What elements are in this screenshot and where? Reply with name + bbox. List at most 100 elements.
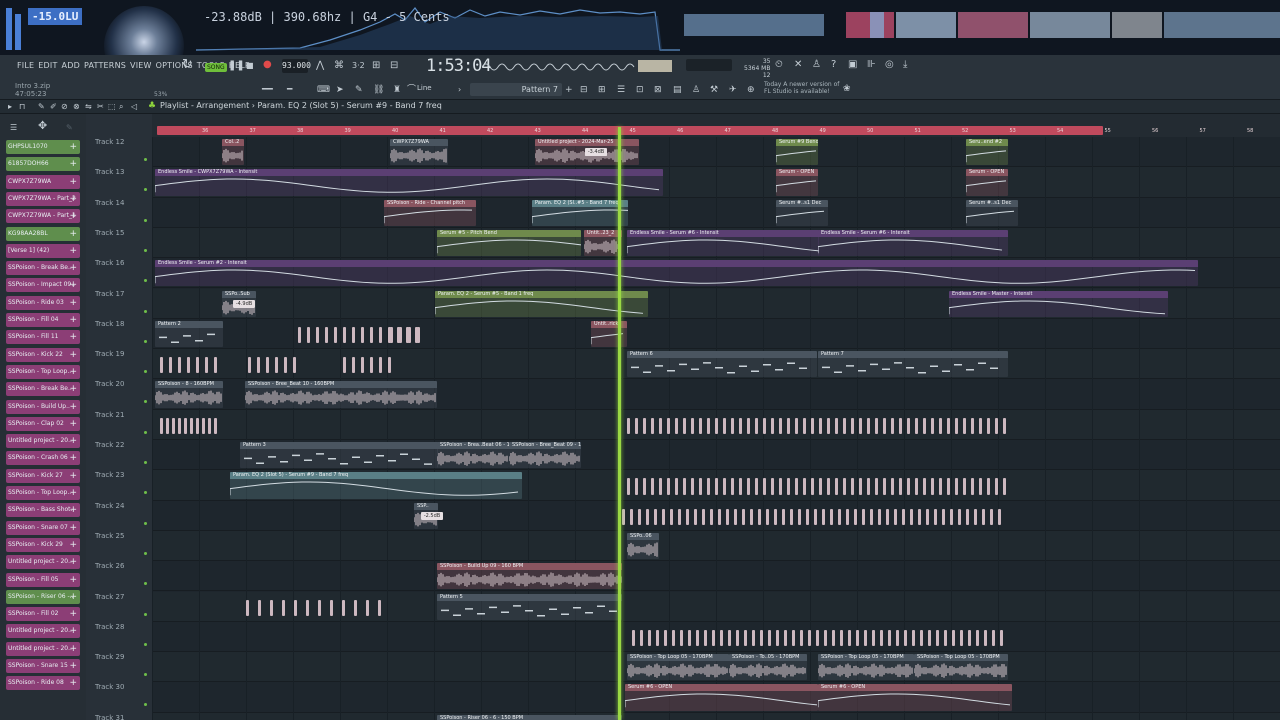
sample-hit[interactable] (667, 417, 670, 434)
sample-hit[interactable] (318, 599, 321, 616)
browser-icon[interactable]: ▣ (848, 59, 857, 71)
channel-item[interactable]: Untitled project - 20.. + (6, 641, 80, 656)
add-channel-icon[interactable]: + (69, 192, 77, 206)
countdown-icon[interactable]: 3·2 (352, 60, 365, 72)
sample-hit[interactable] (998, 508, 1001, 525)
sample-hit[interactable] (755, 417, 758, 434)
sample-hit[interactable] (707, 478, 710, 495)
channel-item[interactable]: SSPoison - Kick 22 + (6, 347, 80, 362)
sample-hit[interactable] (258, 599, 261, 616)
sample-hit[interactable] (918, 508, 921, 525)
playlist-clip[interactable]: SSPo..06 (627, 532, 659, 560)
sample-hit[interactable] (811, 417, 814, 434)
track-enable-led[interactable] (144, 339, 147, 343)
sample-hit[interactable] (835, 417, 838, 434)
sample-hit[interactable] (939, 417, 942, 434)
sample-hit[interactable] (361, 326, 364, 344)
menu-add[interactable]: ADD (60, 61, 82, 70)
sample-hit[interactable] (184, 417, 187, 434)
sample-hit[interactable] (982, 508, 985, 525)
link-icon[interactable]: ⛓ (373, 84, 384, 96)
sample-hit[interactable] (683, 417, 686, 434)
track-enable-led[interactable] (144, 400, 147, 404)
draw-tool-icon[interactable]: ✎ (38, 101, 45, 113)
sample-hit[interactable] (899, 478, 902, 495)
playlist-clip[interactable]: Serum #..s1 Dec (966, 199, 1018, 226)
playlist-clip[interactable]: SSPoison - Riser 06 - 6 - 150 BPM (437, 714, 622, 720)
add-channel-icon[interactable]: + (69, 659, 77, 673)
playlist-clip[interactable]: Param. EQ 2 - Serum #5 - Band 1 freq (435, 290, 648, 317)
sample-hit[interactable] (787, 478, 790, 495)
sample-hit[interactable] (896, 629, 899, 647)
sample-hit[interactable] (803, 478, 806, 495)
browser-view-icon[interactable]: ▤ (673, 84, 682, 96)
sample-hit[interactable] (974, 508, 977, 525)
mute-tool-icon[interactable]: ⊗ (73, 101, 80, 113)
microphone-icon[interactable]: ♙ (812, 59, 821, 71)
playlist-clip[interactable]: Serum #9 Bend (776, 139, 818, 166)
channel-item[interactable]: SSPoison - Fill 02 + (6, 607, 80, 622)
playlist-clip[interactable]: Endless Smile - CWPX7Z79WA - Intensit (155, 169, 663, 196)
wrench-icon[interactable]: ✎ (66, 122, 73, 134)
sample-hit[interactable] (726, 508, 729, 525)
playlist-clip[interactable]: Untit..rick (591, 320, 627, 348)
track-name[interactable]: Track 29 (95, 653, 124, 661)
sample-hit[interactable] (942, 508, 945, 525)
channel-item[interactable]: CWPX7Z79WA - Part_2 + (6, 191, 80, 206)
playlist-clip[interactable]: Serum #..s1 Dec (776, 199, 828, 226)
sample-hit[interactable] (923, 478, 926, 495)
sample-hit[interactable] (298, 326, 301, 344)
channel-item[interactable]: SSPoison - Break Be.. + (6, 382, 80, 397)
sample-hit[interactable] (907, 417, 910, 434)
sample-hit[interactable] (766, 508, 769, 525)
playlist-clip[interactable]: SSPoison - Bree_Beat 10 - 160BPM (245, 381, 437, 408)
sample-hit[interactable] (670, 508, 673, 525)
sample-hit[interactable] (399, 326, 402, 344)
playhead[interactable] (618, 127, 621, 720)
sample-hit[interactable] (178, 417, 181, 434)
sample-hit[interactable] (843, 478, 846, 495)
add-channel-icon[interactable]: + (69, 400, 77, 414)
sample-hit[interactable] (739, 478, 742, 495)
sample-hit[interactable] (205, 357, 208, 374)
sample-hit[interactable] (370, 326, 373, 344)
sample-hit[interactable] (846, 508, 849, 525)
sample-hit[interactable] (214, 417, 217, 434)
tools-icon[interactable]: ⚒ (710, 84, 718, 96)
sample-hit[interactable] (683, 478, 686, 495)
sample-hit[interactable] (814, 508, 817, 525)
track-enable-led[interactable] (144, 612, 147, 616)
channel-item[interactable]: [Verse 1] (42) + (6, 243, 80, 258)
channel-item[interactable]: KG98AA28BL + (6, 226, 80, 241)
sample-hit[interactable] (795, 478, 798, 495)
sample-hit[interactable] (672, 629, 675, 647)
sample-hit[interactable] (379, 326, 382, 344)
add-channel-icon[interactable]: + (69, 157, 77, 171)
sample-hit[interactable] (680, 629, 683, 647)
sample-hit[interactable] (379, 357, 382, 374)
sample-hit[interactable] (675, 417, 678, 434)
sample-hit[interactable] (694, 508, 697, 525)
sample-hit[interactable] (704, 629, 707, 647)
mixer-view-icon[interactable]: ⊟ (580, 84, 588, 96)
sample-hit[interactable] (891, 417, 894, 434)
add-channel-icon[interactable]: + (69, 330, 77, 344)
sample-hit[interactable] (995, 478, 998, 495)
sample-hit[interactable] (875, 478, 878, 495)
sample-hit[interactable] (803, 417, 806, 434)
track-enable-led[interactable] (144, 551, 147, 555)
sample-hit[interactable] (696, 629, 699, 647)
sample-hit[interactable] (160, 417, 163, 434)
sample-hit[interactable] (771, 417, 774, 434)
add-channel-icon[interactable]: + (69, 313, 77, 327)
sample-hit[interactable] (875, 417, 878, 434)
sample-hit[interactable] (752, 629, 755, 647)
track-enable-led[interactable] (144, 521, 147, 525)
sample-hit[interactable] (656, 629, 659, 647)
sample-hit[interactable] (342, 599, 345, 616)
sample-hit[interactable] (699, 478, 702, 495)
sample-hit[interactable] (838, 508, 841, 525)
playlist-clip[interactable]: Pattern 6 (627, 351, 817, 378)
track-enable-led[interactable] (144, 370, 147, 374)
download-icon[interactable]: ⤓ (903, 59, 907, 71)
